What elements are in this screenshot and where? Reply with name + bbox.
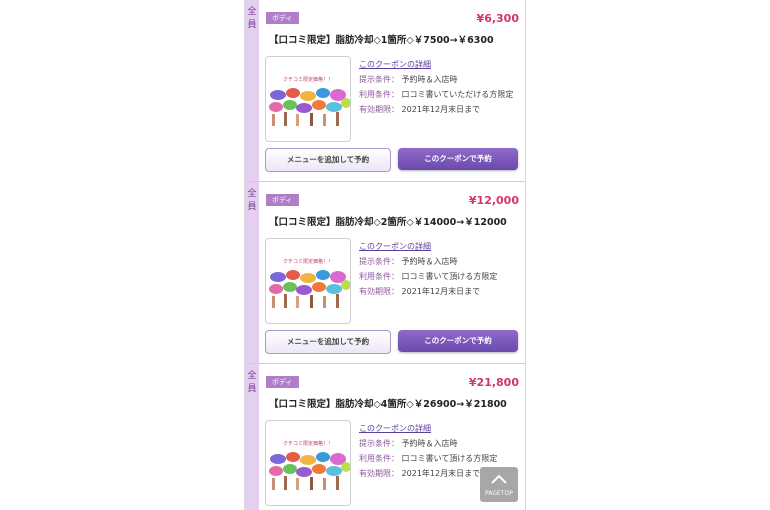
- category-tag: ボディ: [266, 194, 299, 206]
- target-char: 全: [247, 189, 257, 199]
- expiry-value: 2021年12月末日まで: [401, 287, 481, 296]
- expiry-value: 2021年12月末日まで: [401, 105, 481, 114]
- present-condition-value: 予約時＆入店時: [401, 257, 458, 266]
- target-char: 員: [247, 20, 257, 30]
- expiry-label: 有効期限：: [359, 105, 399, 114]
- coupon-title: 【口コミ限定】脂肪冷却◇1箇所◇￥7500→￥6300: [269, 35, 494, 46]
- present-condition-value: 予約時＆入店時: [401, 75, 458, 84]
- use-condition-value: 口コミ書いて頂ける方限定: [401, 454, 498, 463]
- target-char: 全: [247, 371, 257, 381]
- coupon-thumbnail: クチコミ限定価格！！: [265, 420, 351, 506]
- coupon-card: 全 員 ボディ ¥12,000 【口コミ限定】脂肪冷却◇2箇所◇￥14000→￥…: [245, 182, 525, 364]
- reserve-with-coupon-button[interactable]: このクーポンで予約: [398, 330, 518, 352]
- coupon-thumbnail: クチコミ限定価格！！: [265, 238, 351, 324]
- coupon-list: 全 員 ボディ ¥6,300 【口コミ限定】脂肪冷却◇1箇所◇￥7500→￥63…: [244, 0, 526, 510]
- speech-bubbles-illustration: [269, 88, 350, 126]
- thumbnail-caption: クチコミ限定価格！！: [282, 77, 333, 83]
- thumbnail-caption: クチコミ限定価格！！: [282, 259, 333, 265]
- use-condition-label: 利用条件：: [359, 272, 399, 281]
- category-tag: ボディ: [266, 12, 299, 24]
- chevron-up-icon: [480, 467, 518, 489]
- target-char: 員: [247, 202, 257, 212]
- coupon-price: ¥21,800: [468, 376, 519, 389]
- coupon-target-label: 全 員: [245, 0, 259, 181]
- coupon-details: このクーポンの詳細 提示条件： 予約時＆入店時 利用条件： 口コミ書いて頂ける方…: [359, 239, 497, 299]
- present-condition-label: 提示条件：: [359, 257, 399, 266]
- speech-bubbles-illustration: [269, 270, 350, 308]
- use-condition-value: 口コミ書いて頂ける方限定: [401, 272, 498, 281]
- coupon-target-label: 全 員: [245, 364, 259, 510]
- coupon-thumbnail: クチコミ限定価格！！: [265, 56, 351, 142]
- coupon-price: ¥12,000: [468, 194, 519, 207]
- coupon-details: このクーポンの詳細 提示条件： 予約時＆入店時 利用条件： 口コミ書いて頂ける方…: [359, 421, 497, 481]
- add-menu-reserve-button[interactable]: メニューを追加して予約: [265, 330, 391, 354]
- coupon-target-label: 全 員: [245, 182, 259, 363]
- use-condition-value: 口コミ書いていただける方限定: [401, 90, 514, 99]
- coupon-details-link[interactable]: このクーポンの詳細: [359, 421, 497, 436]
- coupon-details-link[interactable]: このクーポンの詳細: [359, 57, 513, 72]
- target-char: 員: [247, 384, 257, 394]
- coupon-details: このクーポンの詳細 提示条件： 予約時＆入店時 利用条件： 口コミ書いていただけ…: [359, 57, 513, 117]
- page-top-label: PAGETOP: [485, 490, 513, 497]
- use-condition-label: 利用条件：: [359, 454, 399, 463]
- expiry-label: 有効期限：: [359, 469, 399, 478]
- coupon-price: ¥6,300: [476, 12, 519, 25]
- page-top-button[interactable]: PAGETOP: [480, 467, 518, 502]
- coupon-title: 【口コミ限定】脂肪冷却◇4箇所◇￥26900→￥21800: [269, 399, 507, 410]
- expiry-value: 2021年12月末日まで: [401, 469, 481, 478]
- expiry-label: 有効期限：: [359, 287, 399, 296]
- target-char: 全: [247, 7, 257, 17]
- present-condition-label: 提示条件：: [359, 439, 399, 448]
- present-condition-label: 提示条件：: [359, 75, 399, 84]
- present-condition-value: 予約時＆入店時: [401, 439, 458, 448]
- category-tag: ボディ: [266, 376, 299, 388]
- add-menu-reserve-button[interactable]: メニューを追加して予約: [265, 148, 391, 172]
- coupon-details-link[interactable]: このクーポンの詳細: [359, 239, 497, 254]
- coupon-title: 【口コミ限定】脂肪冷却◇2箇所◇￥14000→￥12000: [269, 217, 507, 228]
- use-condition-label: 利用条件：: [359, 90, 399, 99]
- thumbnail-caption: クチコミ限定価格！！: [282, 441, 333, 447]
- coupon-card: 全 員 ボディ ¥6,300 【口コミ限定】脂肪冷却◇1箇所◇￥7500→￥63…: [245, 0, 525, 182]
- reserve-with-coupon-button[interactable]: このクーポンで予約: [398, 148, 518, 170]
- speech-bubbles-illustration: [269, 452, 350, 490]
